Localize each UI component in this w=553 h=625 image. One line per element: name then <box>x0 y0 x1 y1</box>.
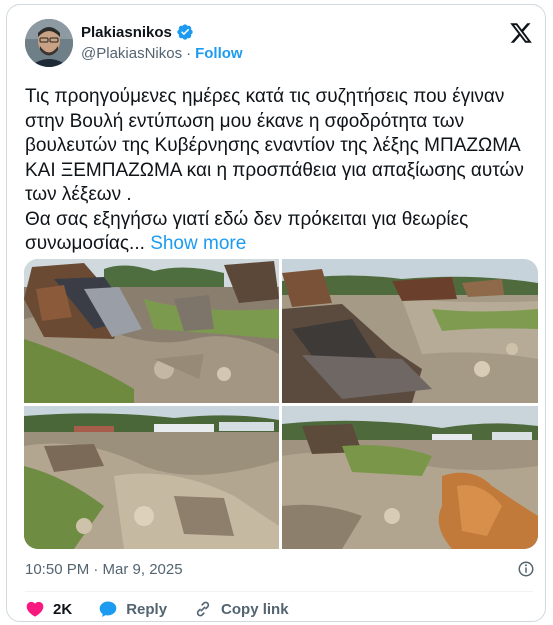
tweet-card: Plakiasnikos @PlakiasNikos · Follow Τις … <box>6 4 546 622</box>
author-handle[interactable]: @PlakiasNikos <box>81 45 182 62</box>
link-icon <box>196 601 210 617</box>
timestamp-row: 10:50 PM · Mar 9, 2025 <box>25 558 535 580</box>
reply-icon <box>99 601 117 617</box>
copy-link-button[interactable]: Copy link <box>193 599 289 619</box>
follow-button[interactable]: Follow <box>195 45 243 62</box>
likes-count: 2K <box>53 600 73 618</box>
media-grid <box>24 259 538 549</box>
handle-separator: · <box>186 45 192 62</box>
verified-badge-icon <box>177 24 193 40</box>
show-more-link[interactable]: Show more <box>150 233 246 254</box>
action-bar: 2K Reply Copy link <box>25 597 315 621</box>
avatar[interactable] <box>25 19 73 67</box>
photo-1[interactable] <box>24 259 279 403</box>
photo-3-image <box>24 406 279 549</box>
like-button[interactable]: 2K <box>25 599 72 619</box>
reply-label: Reply <box>126 600 168 618</box>
info-icon[interactable] <box>517 560 535 578</box>
photo-4-image <box>282 406 538 549</box>
tweet-text: Τις προηγούμενες ημέρες κατά τις συζητήσ… <box>25 85 530 257</box>
heart-icon <box>26 601 44 617</box>
handle-row: @PlakiasNikos · Follow <box>81 45 243 62</box>
divider <box>25 591 533 592</box>
photo-3[interactable] <box>24 406 279 549</box>
avatar-image <box>25 19 73 67</box>
x-logo-icon[interactable] <box>509 21 533 45</box>
author-name-row: Plakiasnikos <box>81 23 194 41</box>
photo-4[interactable] <box>282 406 538 549</box>
photo-2[interactable] <box>282 259 538 403</box>
copy-link-label: Copy link <box>221 600 289 618</box>
photo-1-image <box>24 259 279 403</box>
photo-2-image <box>282 259 538 403</box>
tweet-body: Τις προηγούμενες ημέρες κατά τις συζητήσ… <box>25 86 524 254</box>
author-name[interactable]: Plakiasnikos <box>81 24 172 41</box>
timestamp[interactable]: 10:50 PM · Mar 9, 2025 <box>25 561 183 578</box>
reply-button[interactable]: Reply <box>98 599 167 619</box>
